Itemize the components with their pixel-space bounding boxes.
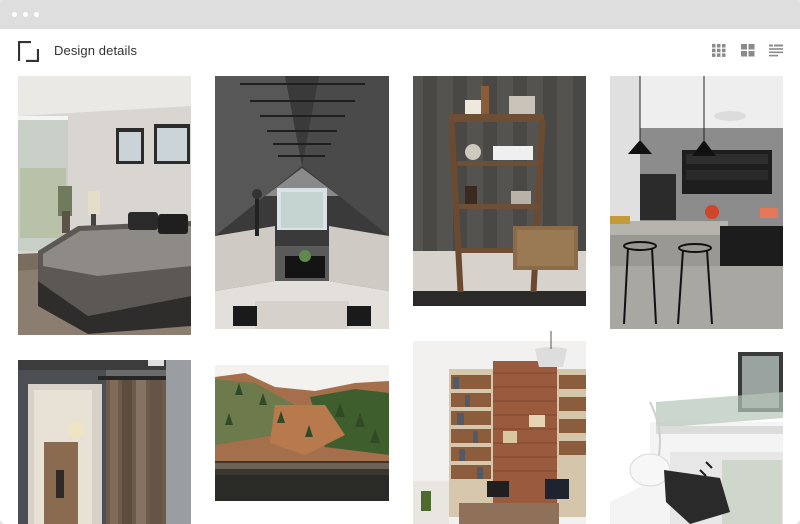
page-title: Design details (54, 43, 138, 58)
gallery-image-bedroom[interactable] (18, 76, 191, 335)
gallery-image-ladder-shelf[interactable] (413, 76, 586, 306)
window-dot-icon[interactable] (34, 12, 39, 17)
gallery-image-barn-door-hallway[interactable] (18, 360, 191, 524)
grid-large-icon[interactable] (741, 44, 755, 57)
gallery-image-attic-living-room[interactable] (215, 76, 389, 329)
gallery-image-concrete-kitchen[interactable] (610, 76, 783, 329)
window-dot-icon[interactable] (23, 12, 28, 17)
gallery-image-library-brick-wall[interactable] (413, 331, 586, 524)
frame-corner-icon[interactable] (17, 40, 40, 63)
grid-small-icon[interactable] (712, 44, 726, 57)
list-view-icon[interactable] (769, 44, 783, 57)
app-window: Design details (0, 0, 800, 524)
gallery-image-hillside-landscape[interactable] (215, 365, 389, 501)
main-content: Design details (0, 29, 800, 524)
title-bar (0, 0, 800, 29)
gallery-image-modern-staircase[interactable] (610, 352, 783, 524)
window-dot-icon[interactable] (12, 12, 17, 17)
